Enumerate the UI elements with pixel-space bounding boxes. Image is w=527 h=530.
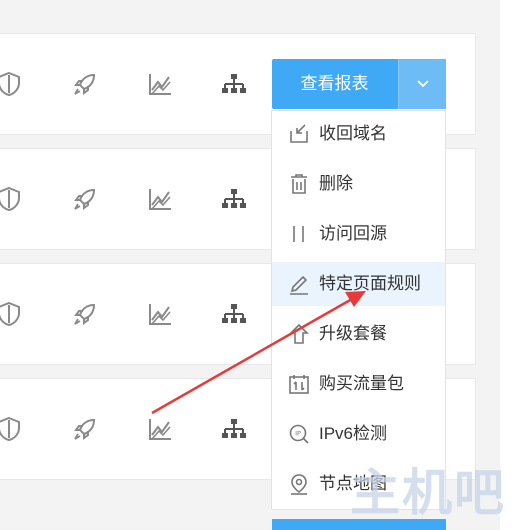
watermark-logo: 主机吧 (350, 463, 506, 522)
pencil-icon (288, 273, 310, 295)
chart-icon[interactable] (147, 301, 173, 327)
shield-icon[interactable] (0, 416, 22, 442)
traffic-package-icon (288, 373, 310, 395)
view-report-button[interactable]: 查看报表 (272, 59, 397, 109)
menu-item-retract-domain[interactable]: 收回域名 (272, 112, 445, 156)
shield-icon[interactable] (0, 71, 22, 97)
rocket-icon[interactable] (72, 301, 98, 327)
chart-icon[interactable] (147, 186, 173, 212)
chevron-down-icon (417, 80, 429, 88)
menu-item-ipv6-check[interactable]: IP IPv6检测 (272, 412, 445, 456)
menu-item-buy-traffic[interactable]: 购买流量包 (272, 362, 445, 406)
sitemap-icon[interactable] (221, 416, 247, 442)
shield-icon[interactable] (0, 301, 22, 327)
upgrade-icon (288, 323, 310, 345)
view-report-split-button: 查看报表 (272, 59, 446, 109)
report-dropdown-toggle[interactable] (398, 59, 446, 109)
svg-text:IP: IP (295, 430, 301, 438)
chart-icon[interactable] (147, 71, 173, 97)
trash-icon (288, 173, 310, 195)
rocket-icon[interactable] (72, 71, 98, 97)
page-right-strip (500, 0, 527, 530)
ipv6-icon: IP (288, 423, 310, 445)
rocket-icon[interactable] (72, 416, 98, 442)
retract-icon (288, 123, 310, 145)
sitemap-icon[interactable] (221, 71, 247, 97)
origin-icon (288, 223, 310, 245)
menu-item-origin-access[interactable]: 访问回源 (272, 212, 445, 256)
menu-item-upgrade-plan[interactable]: 升级套餐 (272, 312, 445, 356)
rocket-icon[interactable] (72, 186, 98, 212)
sitemap-icon[interactable] (221, 186, 247, 212)
shield-icon[interactable] (0, 186, 22, 212)
chart-icon[interactable] (147, 416, 173, 442)
menu-item-delete[interactable]: 删除 (272, 162, 445, 206)
menu-item-page-rules[interactable]: 特定页面规则 (272, 262, 445, 306)
more-actions-menu: 收回域名 删除 访问回源 特定页面规则 升级套餐 购买流量包 IP IPv6检测… (271, 110, 446, 510)
sitemap-icon[interactable] (221, 301, 247, 327)
map-pin-icon (288, 473, 310, 495)
